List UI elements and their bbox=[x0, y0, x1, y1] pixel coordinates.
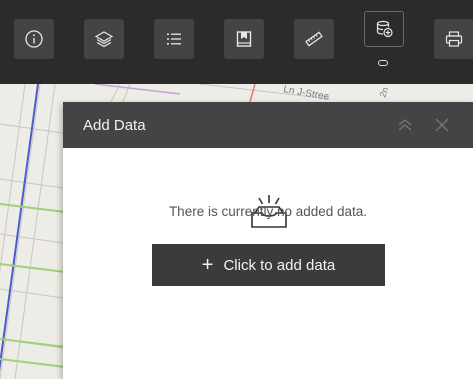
info-icon bbox=[25, 30, 43, 48]
panel-header: Add Data bbox=[63, 102, 473, 148]
print-button[interactable] bbox=[434, 19, 473, 59]
collapse-icon[interactable] bbox=[396, 116, 414, 134]
legend-list-icon bbox=[167, 33, 181, 45]
toolbar bbox=[0, 0, 473, 84]
bookmark-button[interactable] bbox=[224, 19, 264, 59]
panel-title: Add Data bbox=[83, 116, 146, 134]
street-label: 2n bbox=[377, 86, 390, 99]
empty-message: There is currently no added data. bbox=[168, 204, 368, 219]
street-label: Ln J-Stree bbox=[282, 84, 330, 103]
add-data-button-main[interactable]: + Click to add data bbox=[152, 244, 385, 286]
measure-ruler-icon bbox=[305, 31, 323, 47]
add-data-button[interactable] bbox=[364, 11, 404, 47]
close-icon[interactable] bbox=[433, 116, 451, 134]
layers-icon bbox=[94, 31, 114, 48]
add-data-button-label: Click to add data bbox=[223, 256, 336, 274]
bookmark-icon bbox=[236, 31, 252, 47]
info-button[interactable] bbox=[14, 19, 54, 59]
legend-button[interactable] bbox=[154, 19, 194, 59]
measure-button[interactable] bbox=[294, 19, 334, 59]
layers-button[interactable] bbox=[84, 19, 124, 59]
print-icon bbox=[445, 31, 462, 47]
plus-icon: + bbox=[201, 254, 214, 276]
add-data-icon bbox=[376, 20, 393, 38]
active-indicator bbox=[378, 60, 388, 66]
add-data-panel: Add Data There is currently no added dat… bbox=[63, 102, 473, 379]
panel-body: There is currently no added data. + Clic… bbox=[63, 148, 473, 379]
